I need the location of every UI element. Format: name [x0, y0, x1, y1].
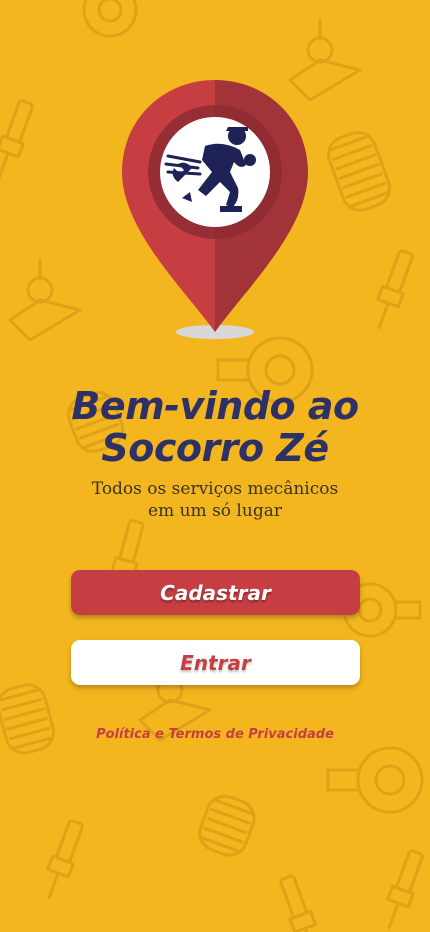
welcome-title-line-1: Bem-vindo ao — [71, 384, 359, 428]
turbocharger-icon — [326, 746, 424, 814]
login-button[interactable]: Entrar — [71, 640, 360, 685]
welcome-subtitle-line-1: Todos os serviços mecânicos — [91, 479, 339, 499]
coil-spring-icon — [198, 794, 256, 857]
privacy-policy-link[interactable]: Política e Termos de Privacidade — [0, 727, 430, 742]
spark-plug-icon — [279, 874, 317, 932]
welcome-title: Bem-vindo ao Socorro Zé — [0, 385, 430, 469]
spark-plug-icon — [46, 819, 84, 900]
welcome-subtitle-line-2: em um só lugar — [148, 501, 282, 521]
spark-plug-icon — [386, 849, 424, 930]
coil-spring-icon — [0, 683, 55, 755]
signup-button[interactable]: Cadastrar — [71, 570, 360, 615]
welcome-title-line-2: Socorro Zé — [101, 426, 329, 470]
welcome-subtitle: Todos os serviços mecânicos em um só lug… — [0, 478, 430, 522]
location-pin-mechanic-icon — [122, 80, 308, 339]
